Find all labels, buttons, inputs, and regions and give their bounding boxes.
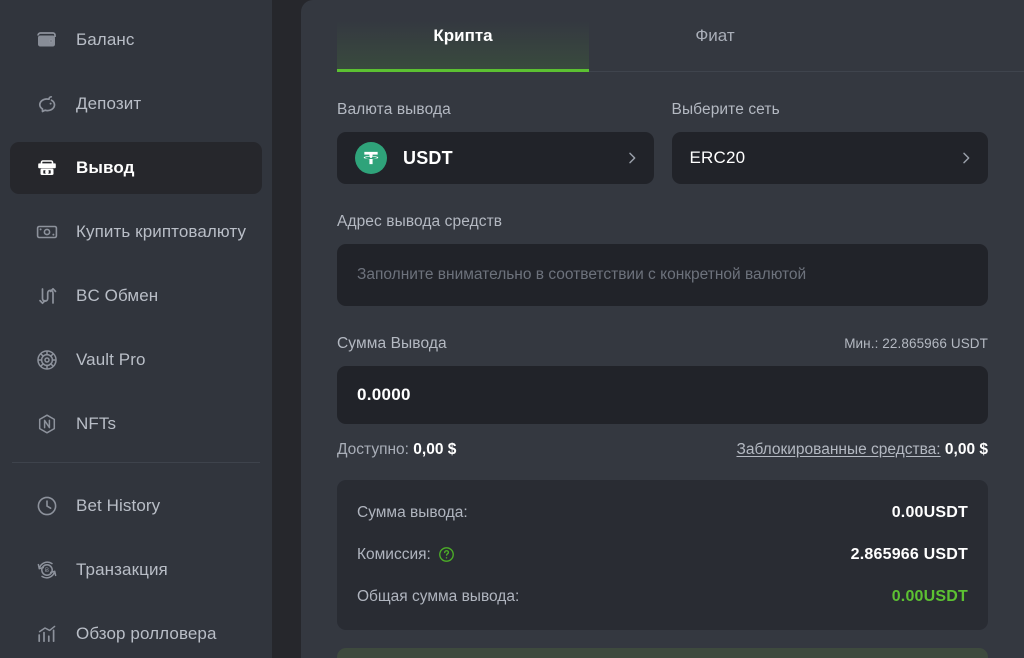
sidebar-nav-list: Баланс Депозит $ Вывод Купить криптовалюту BC… bbox=[0, 0, 272, 658]
locked-value: 0,00 $ bbox=[944, 441, 988, 458]
chevron-right-icon bbox=[958, 150, 974, 166]
tab-fiat-label: Фиат bbox=[695, 26, 735, 45]
withdraw-panel: Крипта Фиат Валюта вывода USDT Выберите … bbox=[301, 0, 1024, 658]
network-column: Выберите сеть ERC20 bbox=[671, 72, 988, 184]
hexagon-nft-icon bbox=[34, 411, 60, 437]
amount-label: Сумма Вывода bbox=[337, 335, 447, 352]
amount-min-text: Мин.: 22.865966 USDT bbox=[844, 336, 988, 351]
amount-label-row: Сумма Вывода Мин.: 22.865966 USDT bbox=[337, 335, 988, 353]
summary-amount-value: 0.00USDT bbox=[891, 503, 968, 521]
amount-value: 0.0000 bbox=[357, 385, 411, 404]
transaction-icon: Ƀ bbox=[34, 557, 60, 583]
vault-icon bbox=[34, 347, 60, 373]
app-root: Баланс Депозит $ Вывод Купить криптовалюту BC… bbox=[0, 0, 1024, 658]
withdraw-submit-button[interactable] bbox=[337, 648, 988, 658]
summary-total-value: 0.00USDT bbox=[891, 587, 968, 605]
available-value: 0,00 $ bbox=[413, 441, 457, 458]
summary-fee-value: 2.865966 USDT bbox=[850, 545, 968, 563]
network-label: Выберите сеть bbox=[671, 101, 780, 118]
tab-crypto-label: Крипта bbox=[433, 26, 493, 45]
withdraw-form: Валюта вывода USDT Выберите сеть ERC20 А… bbox=[301, 72, 1024, 658]
sidebar-item-0[interactable]: Баланс bbox=[10, 14, 262, 66]
network-value: ERC20 bbox=[689, 148, 746, 167]
summary-fee-label-wrap: Комиссия: bbox=[357, 546, 455, 564]
tab-crypto[interactable]: Крипта bbox=[337, 0, 589, 72]
sidebar-item-7[interactable]: Bet History bbox=[10, 480, 262, 532]
sidebar-item-label: Вывод bbox=[76, 158, 135, 177]
help-circle-icon[interactable] bbox=[438, 546, 455, 563]
summary-row-total: Общая сумма вывода: 0.00USDT bbox=[357, 581, 968, 612]
withdraw-tabs: Крипта Фиат bbox=[301, 0, 1024, 72]
clock-icon bbox=[34, 493, 60, 519]
tether-icon bbox=[355, 142, 387, 174]
balance-row: Доступно: 0,00 $ Заблокированные средств… bbox=[337, 441, 988, 459]
currency-value: USDT bbox=[403, 147, 453, 168]
svg-text:Ƀ: Ƀ bbox=[45, 568, 49, 574]
address-label: Адрес вывода средств bbox=[337, 213, 503, 230]
sidebar-item-3[interactable]: Купить криптовалюту bbox=[10, 206, 262, 258]
sidebar-item-8[interactable]: Ƀ Транзакция bbox=[10, 544, 262, 596]
currency-network-row: Валюта вывода USDT Выберите сеть ERC20 bbox=[337, 72, 988, 184]
cash-withdraw-icon: $ bbox=[34, 155, 60, 181]
sidebar-item-label: Vault Pro bbox=[76, 350, 146, 369]
network-select[interactable]: ERC20 bbox=[671, 132, 988, 184]
locked-balance: Заблокированные средства: 0,00 $ bbox=[736, 441, 988, 459]
swap-arrows-icon bbox=[34, 283, 60, 309]
sidebar-item-label: Bet History bbox=[76, 496, 161, 515]
available-balance: Доступно: 0,00 $ bbox=[337, 441, 456, 459]
bar-chart-icon bbox=[34, 621, 60, 647]
summary-row-fee: Комиссия: 2.865966 USDT bbox=[357, 539, 968, 570]
sidebar-item-label: Обзор ролловера bbox=[76, 624, 217, 643]
summary-amount-label: Сумма вывода: bbox=[357, 503, 468, 521]
tab-fiat[interactable]: Фиат bbox=[589, 0, 841, 72]
amount-input[interactable]: 0.0000 bbox=[337, 366, 988, 424]
sidebar-item-2[interactable]: $ Вывод bbox=[10, 142, 262, 194]
piggy-bank-icon bbox=[34, 91, 60, 117]
chevron-right-icon bbox=[624, 150, 640, 166]
summary-card: Сумма вывода: 0.00USDT Комиссия: 2.86596… bbox=[337, 480, 988, 630]
locked-funds-link[interactable]: Заблокированные средства: bbox=[736, 441, 940, 458]
sidebar-item-label: Депозит bbox=[76, 94, 142, 113]
sidebar-item-label: BC Обмен bbox=[76, 286, 159, 305]
sidebar-item-label: Баланс bbox=[76, 30, 135, 49]
address-placeholder: Заполните внимательно в соответствии с к… bbox=[357, 266, 807, 283]
sidebar-item-1[interactable]: Депозит bbox=[10, 78, 262, 130]
sidebar: Баланс Депозит $ Вывод Купить криптовалюту BC… bbox=[0, 0, 272, 658]
currency-column: Валюта вывода USDT bbox=[337, 72, 654, 184]
sidebar-item-label: Купить криптовалюту bbox=[76, 222, 247, 241]
sidebar-item-6[interactable]: NFTs bbox=[10, 398, 262, 450]
sidebar-item-label: Транзакция bbox=[76, 560, 168, 579]
summary-total-label: Общая сумма вывода: bbox=[357, 587, 520, 605]
wallet-icon bbox=[34, 27, 60, 53]
summary-row-amount: Сумма вывода: 0.00USDT bbox=[357, 497, 968, 528]
svg-text:$: $ bbox=[46, 170, 48, 174]
currency-select[interactable]: USDT bbox=[337, 132, 654, 184]
address-input[interactable]: Заполните внимательно в соответствии с к… bbox=[337, 244, 988, 306]
summary-fee-label: Комиссия: bbox=[357, 545, 431, 563]
sidebar-item-label: NFTs bbox=[76, 414, 117, 433]
available-label: Доступно: bbox=[337, 441, 409, 458]
banknote-icon bbox=[34, 219, 60, 245]
sidebar-item-4[interactable]: BC Обмен bbox=[10, 270, 262, 322]
sidebar-item-9[interactable]: Обзор ролловера bbox=[10, 608, 262, 658]
sidebar-item-5[interactable]: Vault Pro bbox=[10, 334, 262, 386]
currency-label: Валюта вывода bbox=[337, 101, 451, 118]
sidebar-divider bbox=[12, 462, 260, 463]
